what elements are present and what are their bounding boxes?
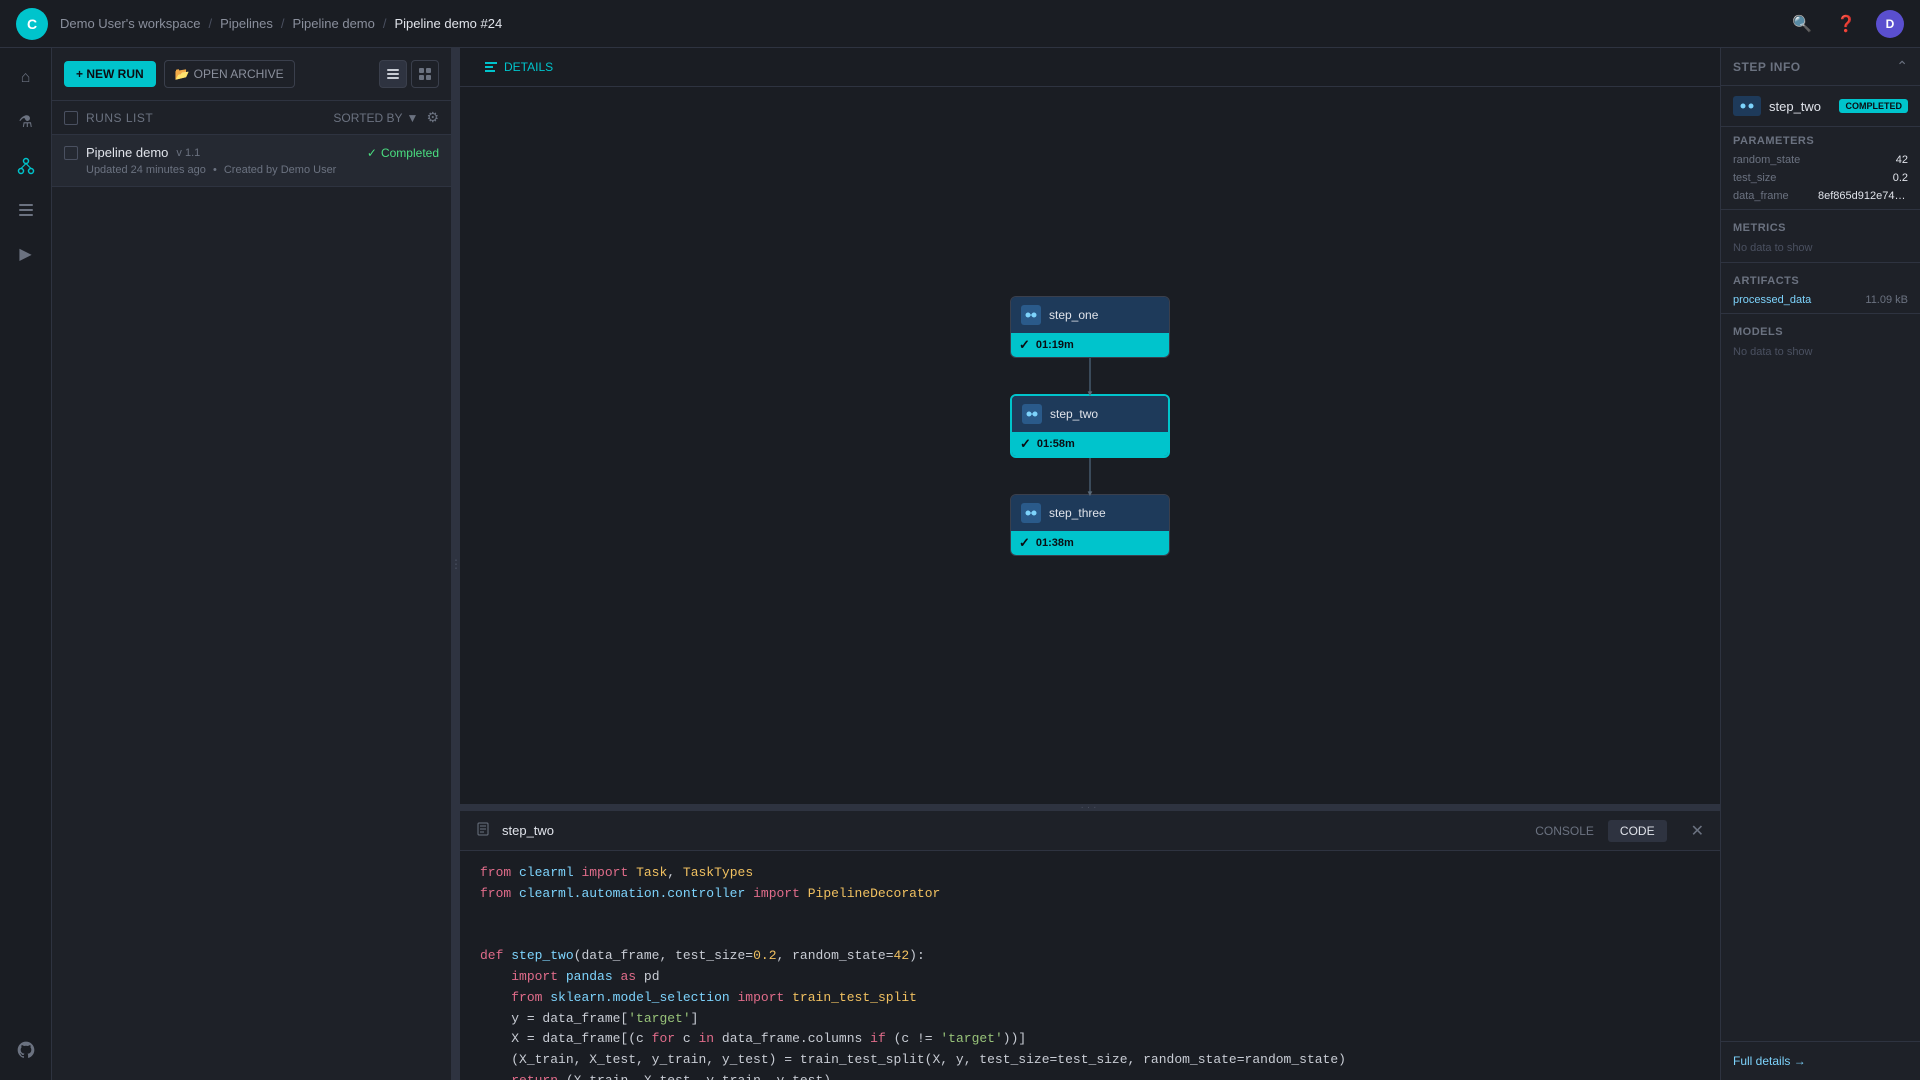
sidebar-github-icon[interactable] — [8, 1032, 44, 1068]
code-line-blank-2 — [480, 925, 1700, 946]
node-step-three-footer: ✓ 01:38m — [1011, 531, 1169, 555]
code-tab[interactable]: CODE — [1608, 820, 1667, 842]
filter-icon[interactable]: ⚙ — [426, 109, 439, 126]
code-line-blank-1 — [480, 905, 1700, 926]
grid-view-button[interactable] — [411, 60, 439, 88]
select-all-checkbox[interactable] — [64, 111, 78, 125]
sidebar-pipelines-icon[interactable] — [8, 148, 44, 184]
node-step-three-name: step_three — [1049, 506, 1106, 520]
list-view-button[interactable] — [379, 60, 407, 88]
code-panel: step_two CONSOLE CODE ✕ from clearml imp… — [460, 810, 1720, 1080]
node-step-two-name: step_two — [1050, 407, 1098, 421]
code-panel-title: step_two — [502, 823, 554, 838]
main-layout: ⌂ ⚗ ▶ — [0, 48, 1920, 1080]
artifacts-section-label: ARTIFACTS — [1721, 267, 1920, 291]
parameters-section-label: PARAMETERS — [1721, 127, 1920, 151]
sorted-by-control[interactable]: SORTED BY ▼ — [333, 111, 418, 125]
full-details-link[interactable]: Full details → — [1721, 1041, 1920, 1080]
pipeline-nodes-container: step_one ✓ 01:19m — [460, 87, 1720, 804]
code-line-10: (X_train, X_test, y_train, y_test) = tra… — [480, 1050, 1700, 1071]
param-row-test-size: test_size 0.2 — [1721, 169, 1920, 187]
nav-actions: 🔍 ❓ D — [1788, 10, 1904, 38]
panel-resize-handle[interactable]: ⋮ — [452, 48, 460, 1080]
open-archive-button[interactable]: 📂 OPEN ARCHIVE — [164, 60, 295, 88]
connector-2 — [1089, 458, 1091, 494]
runs-filter-bar: RUNS LIST SORTED BY ▼ ⚙ — [52, 101, 451, 135]
view-toggle — [379, 60, 439, 88]
metrics-no-data: No data to show — [1721, 238, 1920, 258]
code-line-2: from clearml.automation.controller impor… — [480, 884, 1700, 905]
node-header-step-one: step_one — [1011, 297, 1169, 333]
param-row-data-frame: data_frame 8ef865d912e7457... — [1721, 187, 1920, 205]
close-code-panel-button[interactable]: ✕ — [1691, 821, 1704, 841]
connector-1 — [1089, 358, 1091, 394]
models-section-label: MODELS — [1721, 318, 1920, 342]
step-info-header: STEP INFO ⌃ — [1721, 48, 1920, 86]
node-step-one-footer: ✓ 01:19m — [1011, 333, 1169, 357]
run-checkbox[interactable] — [64, 146, 78, 160]
node-step-one-icon — [1021, 305, 1041, 325]
code-line-6: import pandas as pd — [480, 967, 1700, 988]
top-nav: C Demo User's workspace / Pipelines / Pi… — [0, 0, 1920, 48]
run-version: v 1.1 — [176, 147, 200, 159]
step-status-badge: COMPLETED — [1839, 99, 1908, 113]
models-no-data: No data to show — [1721, 342, 1920, 362]
run-name: Pipeline demo — [86, 145, 168, 160]
runs-toolbar: + NEW RUN 📂 OPEN ARCHIVE — [52, 48, 451, 101]
step-info-title: STEP INFO — [1733, 60, 1801, 74]
run-item-row: Pipeline demo v 1.1 ✓ Completed — [64, 145, 439, 160]
code-content: from clearml import Task, TaskTypes from… — [460, 851, 1720, 1080]
code-panel-tabs: CONSOLE CODE — [1523, 820, 1666, 842]
pipeline-node-step-one[interactable]: step_one ✓ 01:19m — [1010, 296, 1170, 358]
code-line-11: return (X_train, X_test, y_train, y_test… — [480, 1071, 1700, 1080]
sidebar-experiments-icon[interactable]: ⚗ — [8, 104, 44, 140]
metrics-section-label: METRICS — [1721, 214, 1920, 238]
sidebar-data-icon[interactable] — [8, 192, 44, 228]
console-tab[interactable]: CONSOLE — [1523, 820, 1606, 842]
code-line-7: from sklearn.model_selection import trai… — [480, 988, 1700, 1009]
sidebar: ⌂ ⚗ ▶ — [0, 48, 52, 1080]
step-info-name-row: step_two COMPLETED — [1721, 86, 1920, 127]
node-step-two-footer: ✓ 01:58m — [1012, 432, 1168, 456]
pipeline-area: DETAILS — [460, 48, 1720, 804]
app-logo[interactable]: C — [16, 8, 48, 40]
details-tab[interactable]: DETAILS — [476, 56, 561, 78]
help-button[interactable]: ❓ — [1832, 10, 1860, 38]
run-item[interactable]: Pipeline demo v 1.1 ✓ Completed Updated … — [52, 135, 451, 187]
node-header-step-two: step_two — [1012, 396, 1168, 432]
collapse-panel-button[interactable]: ⌃ — [1896, 58, 1908, 75]
code-panel-header: step_two CONSOLE CODE ✕ — [460, 811, 1720, 851]
sidebar-forward-icon[interactable]: ▶ — [8, 236, 44, 272]
new-run-button[interactable]: + NEW RUN — [64, 61, 156, 87]
node-step-three-icon — [1021, 503, 1041, 523]
sidebar-home-icon[interactable]: ⌂ — [8, 60, 44, 96]
nodes-column: step_one ✓ 01:19m — [1010, 296, 1170, 556]
runs-list-label: RUNS LIST — [86, 111, 153, 125]
code-line-5: def step_two(data_frame, test_size=0.2, … — [480, 946, 1700, 967]
breadcrumb: Demo User's workspace / Pipelines / Pipe… — [60, 16, 502, 31]
step-info-panel: STEP INFO ⌃ step_two COMPLETED PARAMETER… — [1720, 48, 1920, 1080]
artifact-row-processed-data: processed_data 11.09 kB — [1721, 291, 1920, 309]
run-status: ✓ Completed — [367, 146, 439, 160]
node-header-step-three: step_three — [1011, 495, 1169, 531]
step-node-icon — [1733, 96, 1761, 116]
search-button[interactable]: 🔍 — [1788, 10, 1816, 38]
node-step-two-icon — [1022, 404, 1042, 424]
pipeline-node-step-three[interactable]: step_three ✓ 01:38m — [1010, 494, 1170, 556]
code-line-8: y = data_frame['target'] — [480, 1009, 1700, 1030]
code-panel-file-icon — [476, 822, 490, 839]
param-row-random-state: random_state 42 — [1721, 151, 1920, 169]
runs-panel: + NEW RUN 📂 OPEN ARCHIVE — [52, 48, 452, 1080]
details-tab-bar: DETAILS — [460, 48, 1720, 87]
pipeline-node-step-two[interactable]: step_two ✓ 01:58m — [1010, 394, 1170, 458]
run-meta: Updated 24 minutes ago • Created by Demo… — [64, 164, 439, 176]
code-line-9: X = data_frame[(c for c in data_frame.co… — [480, 1029, 1700, 1050]
user-avatar[interactable]: D — [1876, 10, 1904, 38]
step-node-name: step_two — [1769, 99, 1831, 114]
node-step-one-name: step_one — [1049, 308, 1098, 322]
code-line-1: from clearml import Task, TaskTypes — [480, 863, 1700, 884]
